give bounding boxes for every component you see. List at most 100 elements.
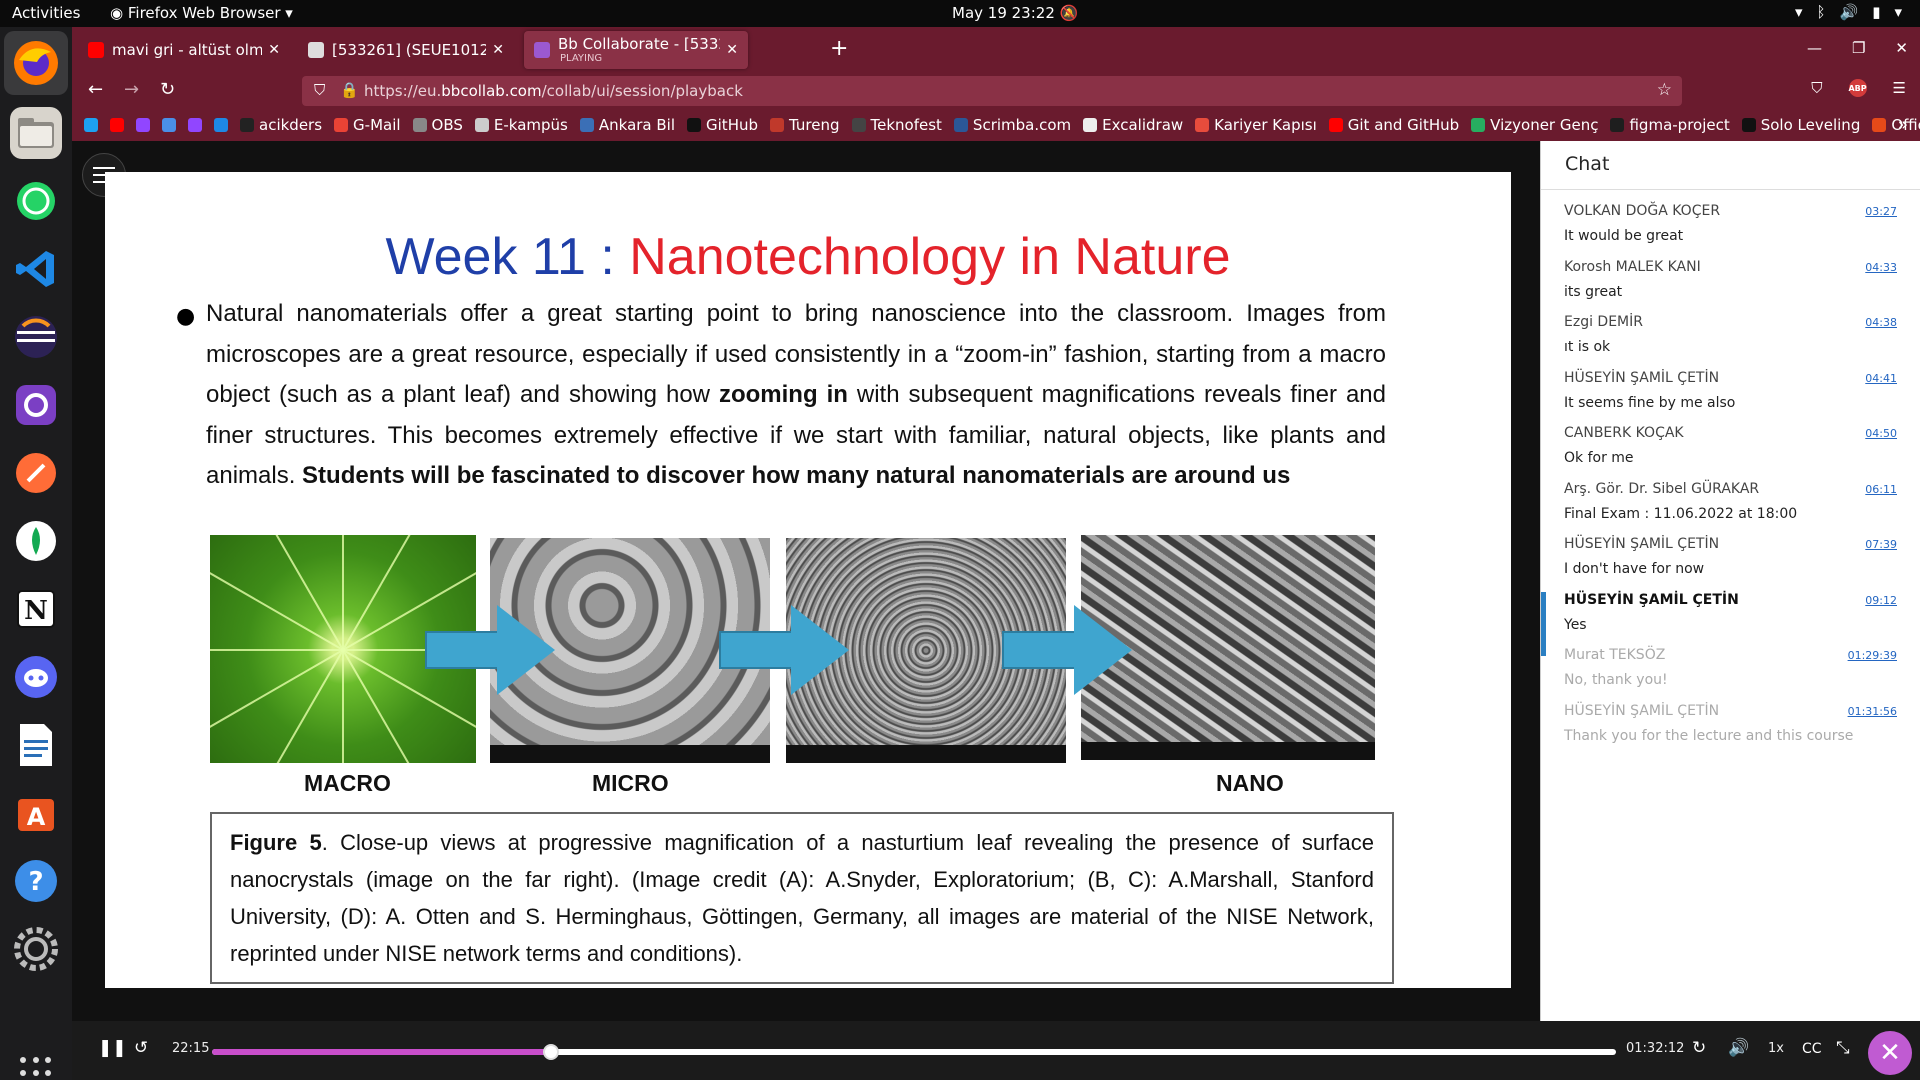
github-desktop-icon[interactable] bbox=[10, 379, 62, 431]
bookmark-item[interactable]: Teknofest bbox=[851, 116, 942, 134]
whatsapp-icon[interactable] bbox=[10, 175, 62, 227]
seek-handle[interactable] bbox=[542, 1044, 559, 1060]
lock-icon[interactable]: 🔒 bbox=[340, 81, 359, 99]
bookmark-item[interactable]: GitHub bbox=[687, 116, 758, 134]
maximize-icon[interactable]: ❐ bbox=[1852, 39, 1865, 57]
mongodb-compass-icon[interactable] bbox=[10, 515, 62, 567]
minimize-icon[interactable]: — bbox=[1807, 39, 1822, 57]
chat-timestamp-link[interactable]: 04:33 bbox=[1865, 261, 1897, 274]
bookmark-item[interactable] bbox=[136, 118, 150, 132]
chat-timestamp-link[interactable]: 03:27 bbox=[1865, 205, 1897, 218]
chat-timestamp-link[interactable]: 04:50 bbox=[1865, 427, 1897, 440]
app-menu[interactable]: ◉ Firefox Web Browser ▾ bbox=[110, 4, 293, 22]
close-icon[interactable]: ✕ bbox=[492, 42, 504, 58]
help-icon[interactable]: ? bbox=[10, 855, 62, 907]
bookmark-item[interactable]: Solo Leveling bbox=[1741, 116, 1860, 134]
bookmark-item[interactable] bbox=[110, 118, 124, 132]
browser-tab-active[interactable]: Bb Collaborate - [533261 PLAYING ✕ bbox=[524, 31, 748, 69]
playback-seek-bar[interactable] bbox=[212, 1044, 1616, 1060]
bookmark-item[interactable]: OBS bbox=[412, 116, 463, 134]
chat-timestamp-link[interactable]: 09:12 bbox=[1865, 594, 1897, 607]
chat-message: HÜSEYİN ŞAMİL ÇETİN 07:39 I don't have for… bbox=[1541, 536, 1920, 600]
chat-timestamp-link[interactable]: 04:41 bbox=[1865, 372, 1897, 385]
bookmark-item[interactable]: acikders bbox=[240, 116, 322, 134]
postman-icon[interactable] bbox=[10, 447, 62, 499]
bookmark-item[interactable]: E-kampüs bbox=[474, 116, 568, 134]
volume-icon[interactable]: 🔊 bbox=[1728, 1038, 1749, 1058]
bookmark-item[interactable] bbox=[188, 118, 202, 132]
chat-text: I don't have for now bbox=[1564, 561, 1705, 577]
eclipse-icon[interactable] bbox=[10, 311, 62, 363]
vscode-icon[interactable] bbox=[10, 243, 62, 295]
chat-text: ıt is ok bbox=[1564, 339, 1611, 355]
playback-speed[interactable]: 1x bbox=[1768, 1041, 1784, 1056]
chat-timestamp-link[interactable]: 01:29:39 bbox=[1848, 649, 1897, 662]
show-applications-icon[interactable] bbox=[20, 1057, 52, 1080]
slide-title-topic: Nanotechnology in Nature bbox=[629, 228, 1231, 286]
close-icon[interactable]: ✕ bbox=[726, 42, 738, 58]
discord-icon[interactable] bbox=[10, 651, 62, 703]
fullscreen-icon[interactable]: ⤡ bbox=[1836, 1038, 1850, 1058]
firefox-icon[interactable] bbox=[4, 31, 68, 95]
bookmark-item[interactable]: figma-project bbox=[1610, 116, 1730, 134]
chat-timestamp-link[interactable]: 06:11 bbox=[1865, 483, 1897, 496]
bookmark-item[interactable]: Vizyoner Genç bbox=[1471, 116, 1598, 134]
bookmark-favicon-icon bbox=[188, 118, 202, 132]
shield-icon[interactable]: ⛉ bbox=[314, 81, 325, 99]
activities-button[interactable]: Activities bbox=[12, 4, 80, 22]
slide-title: Week 11 : Nanotechnology in Nature bbox=[105, 227, 1511, 287]
bookmark-item[interactable] bbox=[84, 118, 98, 132]
bookmark-item[interactable]: Office bbox=[1872, 116, 1920, 134]
bookmark-item[interactable]: Ankara Bil bbox=[579, 116, 675, 134]
close-icon[interactable]: ✕ bbox=[1895, 39, 1908, 57]
files-icon[interactable] bbox=[10, 107, 62, 159]
close-collaborate-panel-button[interactable]: ✕ bbox=[1868, 1031, 1912, 1075]
libreoffice-writer-icon[interactable] bbox=[10, 719, 62, 771]
bookmark-favicon-icon bbox=[579, 118, 594, 132]
system-tray[interactable]: ▾ ᛒ 🔊 ▮ ▾ bbox=[1795, 3, 1902, 21]
chat-message: HÜSEYİN ŞAMİL ÇETİN 09:12 Yes bbox=[1541, 591, 1920, 656]
captions-icon[interactable]: CC bbox=[1802, 1041, 1822, 1057]
chat-timestamp-link[interactable]: 04:38 bbox=[1865, 316, 1897, 329]
reload-button[interactable]: ↻ bbox=[160, 79, 175, 100]
bookmark-favicon-icon bbox=[412, 118, 427, 132]
adblock-plus-icon[interactable]: ABP bbox=[1848, 79, 1867, 97]
hamburger-menu-icon[interactable]: ☰ bbox=[1893, 79, 1906, 97]
bookmark-item[interactable]: Git and GitHub bbox=[1328, 116, 1459, 134]
bookmark-favicon-icon bbox=[1471, 118, 1486, 132]
battery-icon: ▮ bbox=[1872, 3, 1881, 21]
chat-timestamp-link[interactable]: 01:31:56 bbox=[1848, 705, 1897, 718]
pocket-icon[interactable]: ⛉ bbox=[1811, 79, 1822, 97]
pause-icon[interactable]: ❚❚ bbox=[98, 1038, 127, 1058]
settings-icon[interactable] bbox=[10, 923, 62, 975]
close-icon[interactable]: ✕ bbox=[268, 42, 280, 58]
chat-text: Ok for me bbox=[1564, 450, 1634, 466]
bookmark-item[interactable] bbox=[214, 118, 228, 132]
bookmark-item[interactable]: Excalidraw bbox=[1083, 116, 1183, 134]
bookmark-star-icon[interactable]: ☆ bbox=[1657, 80, 1672, 100]
browser-tab[interactable]: [533261] (SEUE1012-A) N ✕ bbox=[298, 31, 514, 69]
rewind-icon[interactable]: ↺ bbox=[134, 1038, 148, 1058]
bookmark-item[interactable] bbox=[162, 118, 176, 132]
notion-icon[interactable]: N bbox=[10, 583, 62, 635]
bookmark-item[interactable]: Tureng bbox=[770, 116, 840, 134]
new-tab-button[interactable]: + bbox=[830, 36, 848, 61]
bookmark-item[interactable]: G-Mail bbox=[334, 116, 401, 134]
forward-icon[interactable]: ↻ bbox=[1692, 1038, 1706, 1058]
bookmark-favicon-icon bbox=[1741, 118, 1756, 132]
bookmark-item[interactable]: Scrimba.com bbox=[953, 116, 1071, 134]
forward-button[interactable]: → bbox=[124, 79, 139, 100]
url-bar[interactable]: ⛉ 🔒 https://eu.bbcollab.com/collab/ui/se… bbox=[302, 76, 1682, 106]
browser-tab[interactable]: mavi gri - altüst olmuşum ✕ bbox=[78, 31, 290, 69]
chat-text: Final Exam : 11.06.2022 at 18:00 bbox=[1564, 505, 1798, 522]
clock[interactable]: May 19 23:22 🔕 bbox=[952, 4, 1078, 22]
ubuntu-software-icon[interactable]: A bbox=[10, 787, 62, 839]
back-button[interactable]: ← bbox=[88, 79, 103, 100]
chat-timestamp-link[interactable]: 07:39 bbox=[1865, 538, 1897, 551]
bookmarks-overflow-icon[interactable]: » bbox=[1898, 115, 1908, 135]
label-micro: MICRO bbox=[592, 770, 669, 796]
url-text[interactable]: https://eu.bbcollab.com/collab/ui/sessio… bbox=[364, 82, 743, 100]
bookmark-item[interactable]: Kariyer Kapısı bbox=[1195, 116, 1317, 134]
tab-title: mavi gri - altüst olmuşum bbox=[112, 41, 263, 59]
arrow-right-icon bbox=[1002, 605, 1132, 695]
